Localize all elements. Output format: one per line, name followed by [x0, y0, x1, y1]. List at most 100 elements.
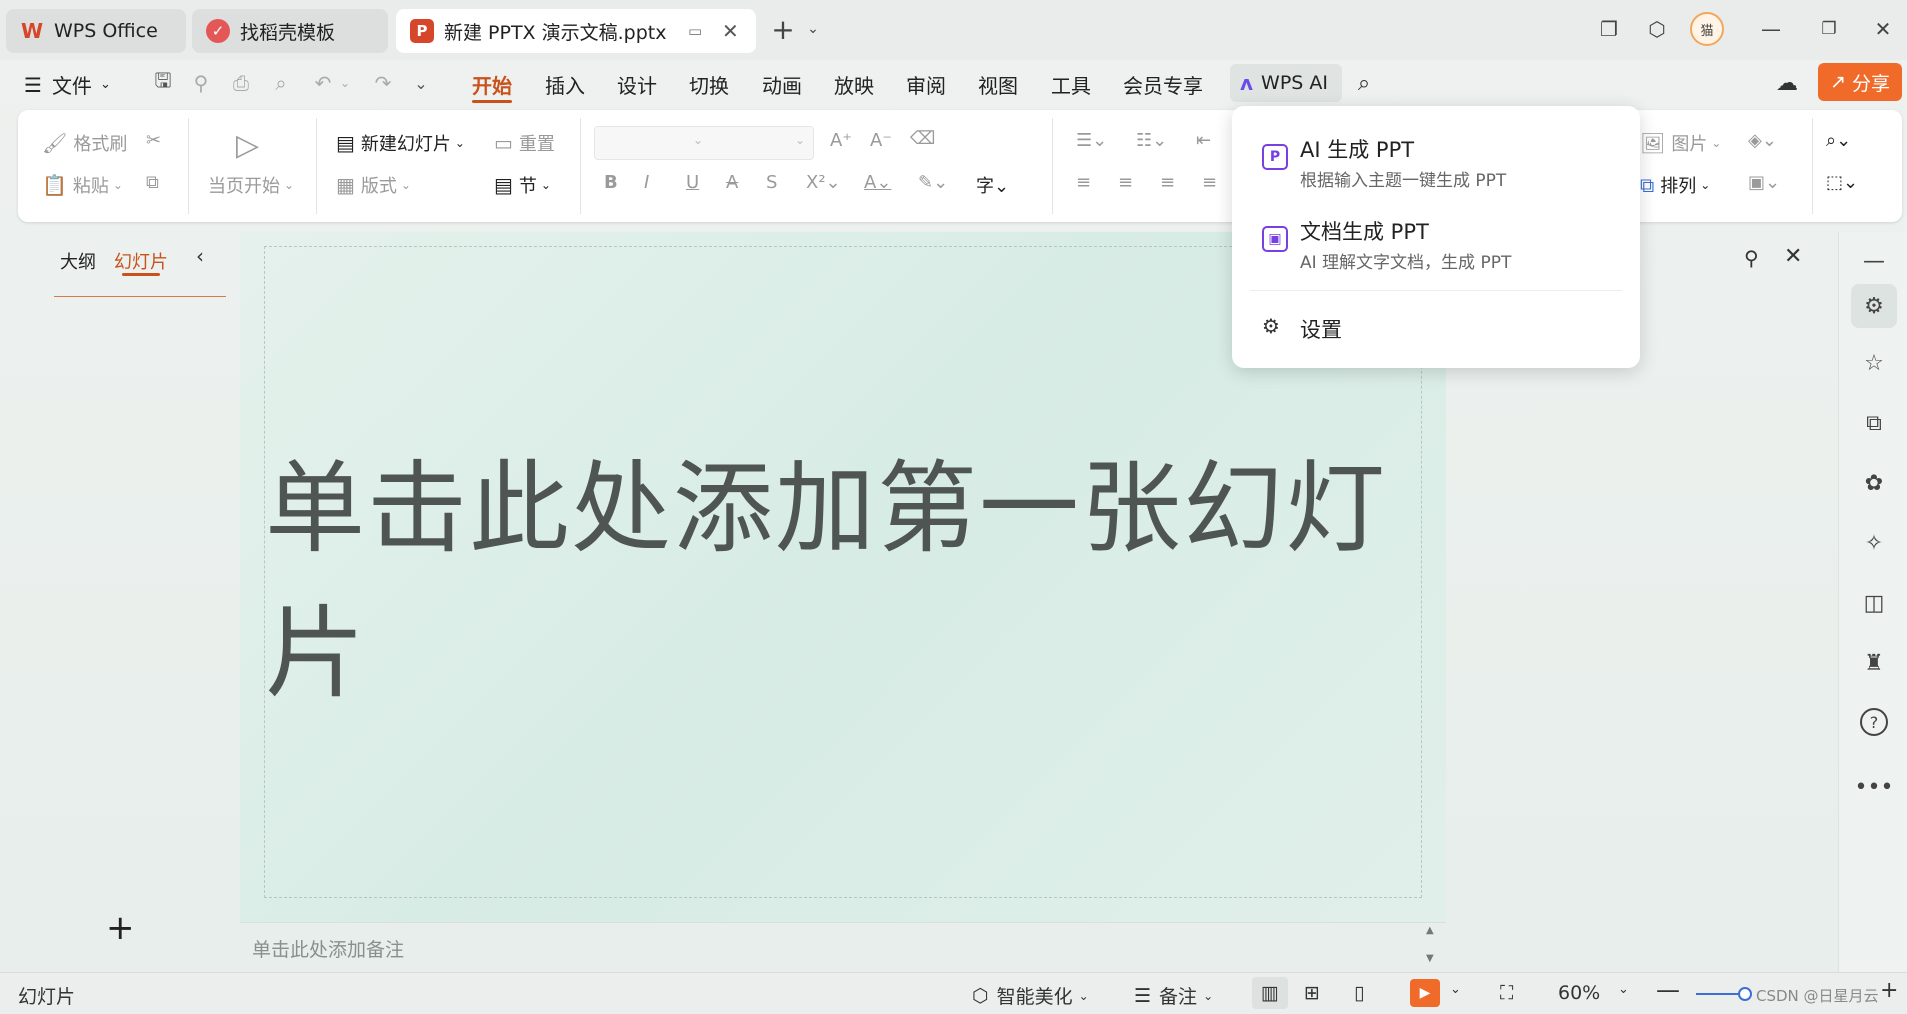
menu-insert[interactable]: 插入	[545, 70, 585, 99]
redo-icon[interactable]: ↷	[368, 68, 398, 98]
notes-pane[interactable]: 单击此处添加备注 ▲ ▼	[240, 922, 1446, 974]
tab-list-chevron-icon[interactable]: ⌄	[796, 12, 830, 46]
copy-icon[interactable]: ⧉	[146, 172, 159, 193]
minimize-button[interactable]: —	[1754, 12, 1788, 46]
font-color-icon[interactable]: A⌄	[864, 172, 891, 193]
notes-toggle-button[interactable]: ☰ 备注 ⌄	[1134, 982, 1213, 1009]
menu-view[interactable]: 视图	[978, 70, 1018, 99]
tab-slides[interactable]: 幻灯片	[114, 248, 168, 274]
close-tab-icon[interactable]: ✕	[722, 19, 739, 43]
close-window-button[interactable]: ✕	[1866, 12, 1900, 46]
section-button[interactable]: ▤ 节 ⌄	[494, 172, 551, 198]
menu-transitions[interactable]: 切换	[689, 70, 729, 99]
outline-icon[interactable]: ▣⌄	[1748, 172, 1780, 193]
slide-sorter-icon[interactable]: ⊞	[1304, 982, 1320, 1004]
properties-icon[interactable]: ⚙	[1851, 284, 1897, 328]
menu-animations[interactable]: 动画	[762, 70, 802, 99]
user-avatar[interactable]: 猫	[1690, 12, 1724, 46]
decrease-font-icon[interactable]: A⁻	[870, 130, 892, 151]
increase-font-icon[interactable]: A⁺	[830, 130, 852, 151]
decrease-indent-icon[interactable]: ⇤	[1196, 130, 1211, 151]
doc-to-ppt-item[interactable]: ▣ 文档生成 PPT AI 理解文字文档，生成 PPT	[1232, 206, 1640, 274]
library-icon[interactable]: ◫	[1855, 584, 1893, 622]
skin-icon[interactable]: ♜	[1855, 644, 1893, 682]
add-slide-button[interactable]: +	[106, 908, 135, 948]
play-slideshow-button[interactable]: ▶	[1410, 979, 1440, 1007]
select-icon[interactable]: ⬚⌄	[1826, 172, 1858, 193]
font-family-select[interactable]: ⌄ ⌄	[594, 126, 814, 160]
scroll-down-icon[interactable]: ▼	[1426, 953, 1434, 964]
collapse-sidebar-icon[interactable]: —	[1855, 242, 1893, 280]
eraser-icon[interactable]: ⌫	[910, 128, 935, 149]
ai-settings-item[interactable]: ⚙ 设置	[1232, 300, 1640, 350]
tools-icon[interactable]: ✧	[1855, 524, 1893, 562]
italic-icon[interactable]: I	[644, 172, 649, 193]
bold-icon[interactable]: B	[604, 172, 618, 193]
superscript-icon[interactable]: X²⌄	[806, 172, 841, 193]
close-pane-icon[interactable]: ✕	[1784, 244, 1802, 269]
file-menu[interactable]: ☰ 文件 ⌄	[24, 70, 111, 99]
underline-icon[interactable]: U	[686, 172, 699, 193]
align-right-icon[interactable]: ≡	[1160, 172, 1175, 193]
new-tab-button[interactable]: +	[766, 12, 800, 46]
ai-image-icon[interactable]: ✿	[1855, 464, 1893, 502]
fit-window-icon[interactable]: ⛶	[1500, 982, 1513, 1004]
justify-icon[interactable]: ≡	[1202, 172, 1217, 193]
play-from-current-button[interactable]: 当页开始 ⌄	[208, 172, 294, 198]
ai-generate-ppt-item[interactable]: P AI 生成 PPT 根据输入主题一键生成 PPT	[1232, 124, 1640, 192]
numbered-list-icon[interactable]: ☷⌄	[1136, 130, 1167, 151]
zoom-slider-handle[interactable]	[1738, 987, 1752, 1001]
cut-icon[interactable]: ✂	[146, 130, 161, 151]
zoom-in-icon[interactable]: +	[1880, 978, 1898, 1003]
menu-review[interactable]: 审阅	[906, 70, 946, 99]
normal-view-icon[interactable]: ▥	[1252, 977, 1288, 1009]
paste-button[interactable]: 📋 粘贴 ⌄	[42, 172, 123, 198]
tab-wps-office[interactable]: W WPS Office	[6, 9, 186, 53]
restore-button[interactable]: ❐	[1812, 12, 1846, 46]
comments-icon[interactable]: ⧉	[1855, 404, 1893, 442]
tab-outline[interactable]: 大纲	[60, 248, 96, 274]
highlight-icon[interactable]: ✎⌄	[918, 172, 948, 193]
new-slide-button[interactable]: ▤ 新建幻灯片 ⌄	[336, 130, 465, 156]
scroll-up-icon[interactable]: ▲	[1426, 925, 1434, 936]
print-preview-icon[interactable]: ⌕	[266, 68, 296, 98]
menu-slideshow[interactable]: 放映	[834, 70, 874, 99]
window-layout-icon[interactable]: ❐	[1592, 12, 1626, 46]
layout-button[interactable]: ▦ 版式 ⌄	[336, 172, 411, 198]
align-center-icon[interactable]: ≡	[1118, 172, 1133, 193]
strikethrough-icon[interactable]: A	[726, 172, 738, 193]
reading-view-icon[interactable]: ▯	[1354, 982, 1364, 1004]
phonetic-guide-icon[interactable]: 字⌄	[976, 172, 1009, 198]
smart-beautify-button[interactable]: ⬡ 智能美化 ⌄	[972, 982, 1089, 1009]
tab-docer-templates[interactable]: ✓ 找稻壳模板	[192, 9, 388, 53]
more-quick-actions-icon[interactable]: ⌄	[406, 68, 436, 98]
help-icon[interactable]: ?	[1860, 708, 1888, 736]
shadow-text-icon[interactable]: S	[766, 172, 777, 193]
fill-icon[interactable]: ◈⌄	[1748, 130, 1777, 151]
play-icon[interactable]: ▷	[236, 128, 259, 163]
search-icon[interactable]: ⌕	[1349, 68, 1379, 98]
collapse-panel-icon[interactable]: ‹	[196, 244, 204, 268]
zoom-dropdown-icon[interactable]: ⌄	[1618, 982, 1629, 997]
monitor-icon[interactable]: ▭	[688, 22, 702, 40]
format-painter-button[interactable]: 🖌 格式刷	[42, 130, 127, 156]
cloud-icon[interactable]: ☁	[1772, 68, 1802, 98]
find-icon[interactable]: ⌕⌄	[1826, 130, 1851, 151]
share-link-icon[interactable]: ⚲	[186, 68, 216, 98]
more-icon[interactable]: •••	[1855, 768, 1894, 806]
bullet-list-icon[interactable]: ☰⌄	[1076, 130, 1107, 151]
menu-home[interactable]: 开始	[472, 70, 512, 99]
zoom-out-icon[interactable]: —	[1656, 976, 1680, 1004]
undo-dropdown-icon[interactable]: ⌄	[330, 68, 360, 98]
wps-ai-button[interactable]: ʌ WPS AI	[1230, 64, 1342, 102]
tab-current-document[interactable]: P 新建 PPTX 演示文稿.pptx ▭ ✕	[396, 9, 756, 53]
menu-tools[interactable]: 工具	[1051, 70, 1091, 99]
menu-member[interactable]: 会员专享	[1123, 70, 1203, 99]
slideshow-options-icon[interactable]: ⌄	[1450, 982, 1461, 997]
arrange-button[interactable]: ⧉ 排列 ⌄	[1640, 172, 1710, 198]
print-icon[interactable]: ⎙	[226, 68, 256, 98]
pin-icon[interactable]: ⚲	[1744, 246, 1759, 270]
menu-design[interactable]: 设计	[617, 70, 657, 99]
save-icon[interactable]: 🖫	[148, 68, 178, 98]
reset-button[interactable]: ▭ 重置	[494, 130, 555, 156]
